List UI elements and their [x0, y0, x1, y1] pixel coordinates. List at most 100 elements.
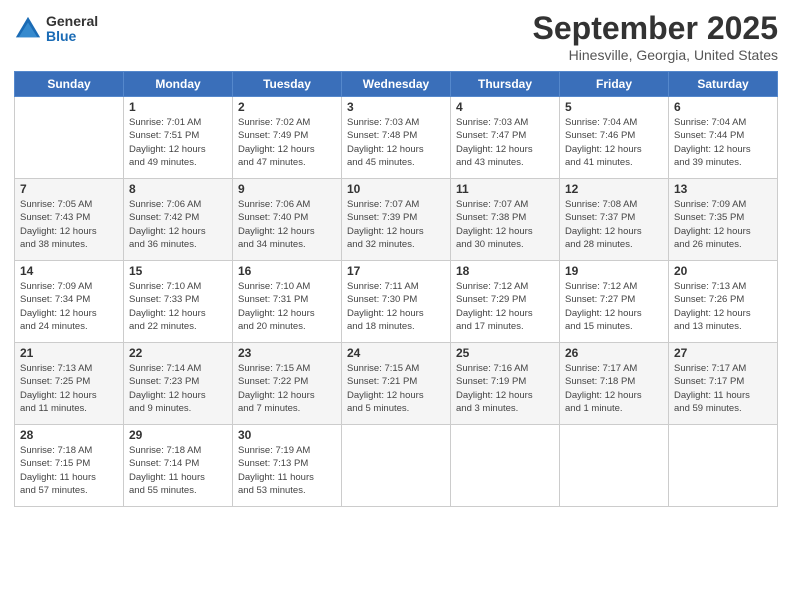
day-info: Sunrise: 7:08 AMSunset: 7:37 PMDaylight:…: [565, 198, 663, 251]
day-number: 8: [129, 182, 227, 196]
calendar-cell: 6 Sunrise: 7:04 AMSunset: 7:44 PMDaylight…: [669, 97, 778, 179]
day-number: 15: [129, 264, 227, 278]
calendar-cell: 17 Sunrise: 7:11 AMSunset: 7:30 PMDayligh…: [342, 261, 451, 343]
day-number: 28: [20, 428, 118, 442]
logo-text: General Blue: [46, 14, 98, 45]
day-info: Sunrise: 7:09 AMSunset: 7:35 PMDaylight:…: [674, 198, 772, 251]
day-number: 21: [20, 346, 118, 360]
day-info: Sunrise: 7:11 AMSunset: 7:30 PMDaylight:…: [347, 280, 445, 333]
day-number: 1: [129, 100, 227, 114]
calendar-cell: 2 Sunrise: 7:02 AMSunset: 7:49 PMDaylight…: [233, 97, 342, 179]
calendar-cell: [451, 425, 560, 507]
day-info: Sunrise: 7:17 AMSunset: 7:17 PMDaylight:…: [674, 362, 772, 415]
calendar-header-friday: Friday: [560, 72, 669, 97]
calendar-week-row: 1 Sunrise: 7:01 AMSunset: 7:51 PMDaylight…: [15, 97, 778, 179]
calendar-cell: 7 Sunrise: 7:05 AMSunset: 7:43 PMDaylight…: [15, 179, 124, 261]
day-info: Sunrise: 7:16 AMSunset: 7:19 PMDaylight:…: [456, 362, 554, 415]
calendar-cell: 24 Sunrise: 7:15 AMSunset: 7:21 PMDayligh…: [342, 343, 451, 425]
calendar-header-saturday: Saturday: [669, 72, 778, 97]
day-number: 5: [565, 100, 663, 114]
calendar-cell: 4Sunrise: 7:03 AMSunset: 7:47 PMDaylight…: [451, 97, 560, 179]
day-info: Sunrise: 7:07 AMSunset: 7:38 PMDaylight:…: [456, 198, 554, 251]
calendar-header-wednesday: Wednesday: [342, 72, 451, 97]
day-info: Sunrise: 7:18 AMSunset: 7:14 PMDaylight:…: [129, 444, 227, 497]
day-number: 13: [674, 182, 772, 196]
day-info: Sunrise: 7:13 AMSunset: 7:26 PMDaylight:…: [674, 280, 772, 333]
day-info: Sunrise: 7:03 AMSunset: 7:47 PMDaylight:…: [456, 116, 554, 169]
day-info: Sunrise: 7:06 AMSunset: 7:40 PMDaylight:…: [238, 198, 336, 251]
day-number: 12: [565, 182, 663, 196]
calendar-week-row: 7 Sunrise: 7:05 AMSunset: 7:43 PMDaylight…: [15, 179, 778, 261]
calendar-cell: 15Sunrise: 7:10 AMSunset: 7:33 PMDayligh…: [124, 261, 233, 343]
calendar-cell: 25 Sunrise: 7:16 AMSunset: 7:19 PMDayligh…: [451, 343, 560, 425]
calendar-cell: 12 Sunrise: 7:08 AMSunset: 7:37 PMDayligh…: [560, 179, 669, 261]
calendar-header-tuesday: Tuesday: [233, 72, 342, 97]
logo-blue-text: Blue: [46, 29, 98, 44]
calendar-table: SundayMondayTuesdayWednesdayThursdayFrid…: [14, 71, 778, 507]
title-month: September 2025: [533, 10, 778, 47]
day-info: Sunrise: 7:06 AMSunset: 7:42 PMDaylight:…: [129, 198, 227, 251]
day-info: Sunrise: 7:05 AMSunset: 7:43 PMDaylight:…: [20, 198, 118, 251]
calendar-cell: 3Sunrise: 7:03 AMSunset: 7:48 PMDaylight…: [342, 97, 451, 179]
calendar-cell: 30 Sunrise: 7:19 AMSunset: 7:13 PMDayligh…: [233, 425, 342, 507]
calendar-cell: 22Sunrise: 7:14 AMSunset: 7:23 PMDayligh…: [124, 343, 233, 425]
calendar-cell: 16 Sunrise: 7:10 AMSunset: 7:31 PMDayligh…: [233, 261, 342, 343]
day-number: 2: [238, 100, 336, 114]
day-number: 10: [347, 182, 445, 196]
day-number: 30: [238, 428, 336, 442]
calendar-cell: 5Sunrise: 7:04 AMSunset: 7:46 PMDaylight…: [560, 97, 669, 179]
page: General Blue September 2025 Hinesville, …: [0, 0, 792, 612]
title-location: Hinesville, Georgia, United States: [533, 47, 778, 63]
day-number: 6: [674, 100, 772, 114]
day-number: 3: [347, 100, 445, 114]
calendar-cell: [669, 425, 778, 507]
day-info: Sunrise: 7:19 AMSunset: 7:13 PMDaylight:…: [238, 444, 336, 497]
calendar-cell: 18Sunrise: 7:12 AMSunset: 7:29 PMDayligh…: [451, 261, 560, 343]
day-info: Sunrise: 7:17 AMSunset: 7:18 PMDaylight:…: [565, 362, 663, 415]
calendar-week-row: 14 Sunrise: 7:09 AMSunset: 7:34 PMDayligh…: [15, 261, 778, 343]
day-number: 9: [238, 182, 336, 196]
day-number: 17: [347, 264, 445, 278]
calendar-cell: [560, 425, 669, 507]
day-info: Sunrise: 7:01 AMSunset: 7:51 PMDaylight:…: [129, 116, 227, 169]
day-number: 7: [20, 182, 118, 196]
calendar-cell: 14 Sunrise: 7:09 AMSunset: 7:34 PMDayligh…: [15, 261, 124, 343]
calendar-cell: 28 Sunrise: 7:18 AMSunset: 7:15 PMDayligh…: [15, 425, 124, 507]
calendar-cell: 23 Sunrise: 7:15 AMSunset: 7:22 PMDayligh…: [233, 343, 342, 425]
calendar-header-sunday: Sunday: [15, 72, 124, 97]
title-block: September 2025 Hinesville, Georgia, Unit…: [533, 10, 778, 63]
calendar-week-row: 28 Sunrise: 7:18 AMSunset: 7:15 PMDayligh…: [15, 425, 778, 507]
calendar-cell: 19Sunrise: 7:12 AMSunset: 7:27 PMDayligh…: [560, 261, 669, 343]
day-info: Sunrise: 7:15 AMSunset: 7:22 PMDaylight:…: [238, 362, 336, 415]
day-info: Sunrise: 7:09 AMSunset: 7:34 PMDaylight:…: [20, 280, 118, 333]
day-info: Sunrise: 7:13 AMSunset: 7:25 PMDaylight:…: [20, 362, 118, 415]
day-number: 16: [238, 264, 336, 278]
calendar-cell: 27Sunrise: 7:17 AMSunset: 7:17 PMDayligh…: [669, 343, 778, 425]
day-number: 18: [456, 264, 554, 278]
calendar-cell: 11Sunrise: 7:07 AMSunset: 7:38 PMDayligh…: [451, 179, 560, 261]
calendar-cell: 9 Sunrise: 7:06 AMSunset: 7:40 PMDaylight…: [233, 179, 342, 261]
calendar-cell: 1 Sunrise: 7:01 AMSunset: 7:51 PMDaylight…: [124, 97, 233, 179]
day-info: Sunrise: 7:07 AMSunset: 7:39 PMDaylight:…: [347, 198, 445, 251]
day-info: Sunrise: 7:10 AMSunset: 7:31 PMDaylight:…: [238, 280, 336, 333]
calendar-week-row: 21 Sunrise: 7:13 AMSunset: 7:25 PMDayligh…: [15, 343, 778, 425]
logo-icon: [14, 15, 42, 43]
day-info: Sunrise: 7:02 AMSunset: 7:49 PMDaylight:…: [238, 116, 336, 169]
day-number: 24: [347, 346, 445, 360]
day-number: 23: [238, 346, 336, 360]
day-number: 14: [20, 264, 118, 278]
day-number: 25: [456, 346, 554, 360]
calendar-cell: 29 Sunrise: 7:18 AMSunset: 7:14 PMDayligh…: [124, 425, 233, 507]
calendar-header-thursday: Thursday: [451, 72, 560, 97]
day-number: 29: [129, 428, 227, 442]
calendar-cell: 21 Sunrise: 7:13 AMSunset: 7:25 PMDayligh…: [15, 343, 124, 425]
calendar-cell: 8 Sunrise: 7:06 AMSunset: 7:42 PMDaylight…: [124, 179, 233, 261]
calendar-cell: [15, 97, 124, 179]
day-info: Sunrise: 7:18 AMSunset: 7:15 PMDaylight:…: [20, 444, 118, 497]
day-info: Sunrise: 7:15 AMSunset: 7:21 PMDaylight:…: [347, 362, 445, 415]
day-number: 22: [129, 346, 227, 360]
header: General Blue September 2025 Hinesville, …: [14, 10, 778, 63]
day-info: Sunrise: 7:04 AMSunset: 7:44 PMDaylight:…: [674, 116, 772, 169]
calendar-cell: 10 Sunrise: 7:07 AMSunset: 7:39 PMDayligh…: [342, 179, 451, 261]
day-number: 20: [674, 264, 772, 278]
